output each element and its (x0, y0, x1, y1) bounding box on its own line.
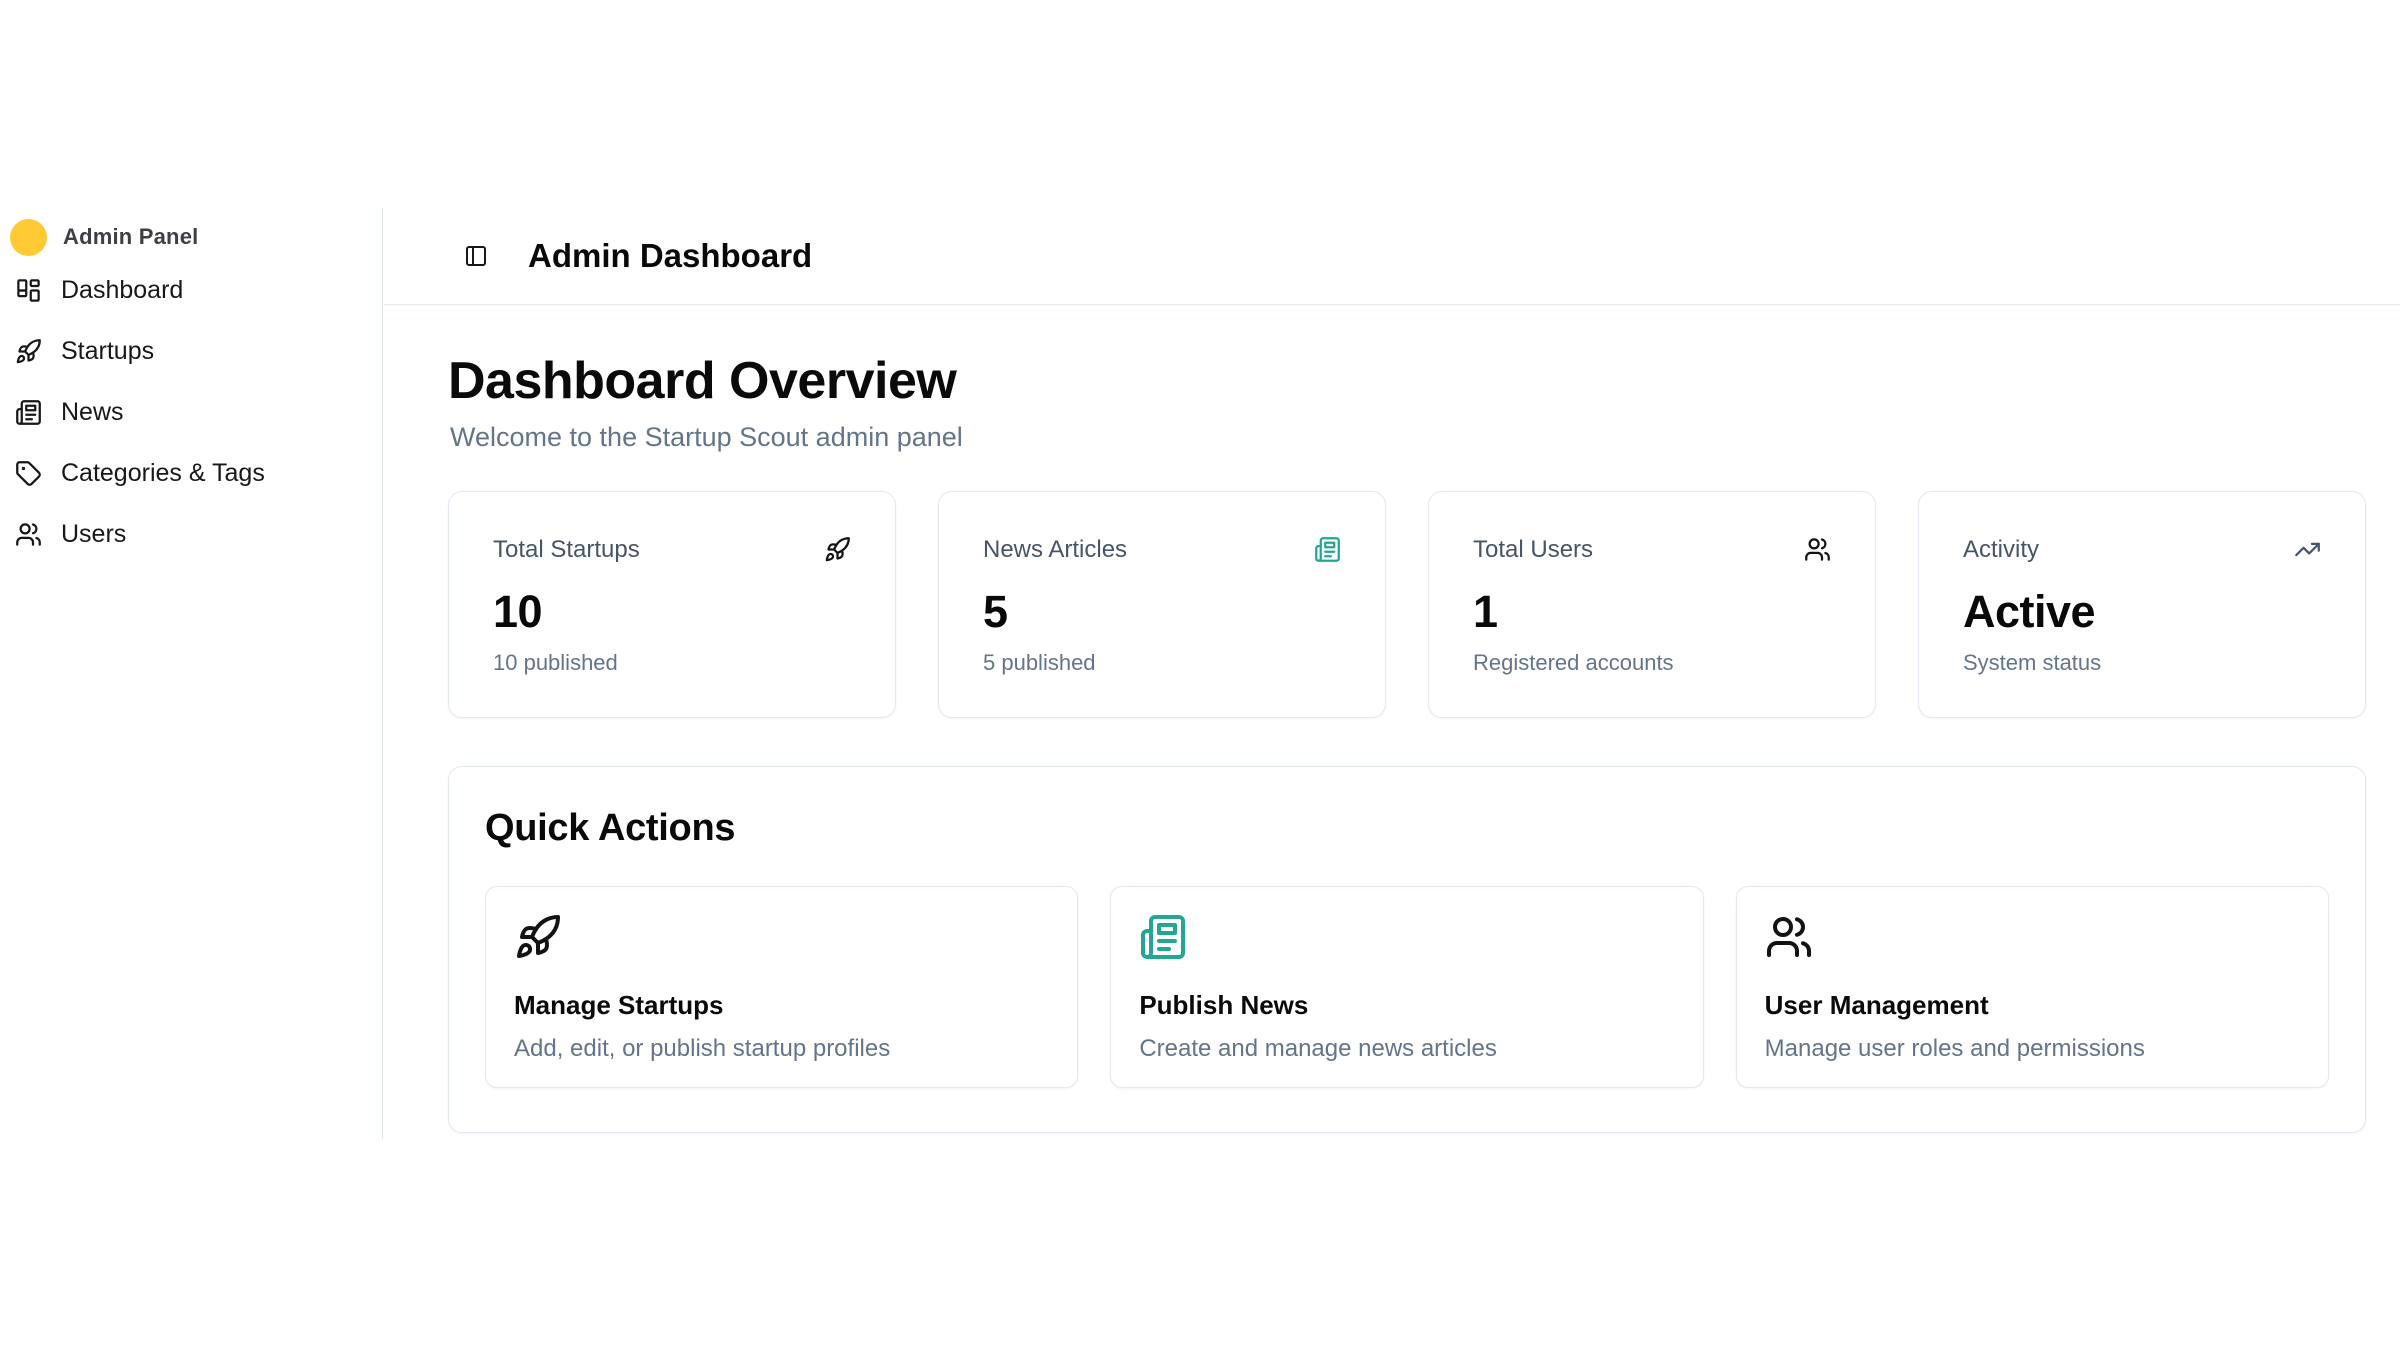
sidebar-item-label: News (61, 398, 124, 427)
stat-label: News Articles (983, 536, 1127, 564)
stat-label: Activity (1963, 536, 2039, 564)
sidebar-toggle-button[interactable] (464, 243, 490, 269)
newspaper-icon (1314, 536, 1341, 563)
stat-value: 10 (493, 586, 851, 638)
quick-action-description: Create and manage news articles (1139, 1035, 1674, 1063)
quick-actions-title: Quick Actions (485, 807, 2329, 850)
panel-left-icon (464, 244, 488, 268)
stat-sub: System status (1963, 650, 2321, 676)
sidebar-item-news[interactable]: News (10, 388, 368, 436)
stat-card-activity: Activity Active System status (1918, 491, 2366, 718)
stat-sub: Registered accounts (1473, 650, 1831, 676)
stat-label: Total Users (1473, 536, 1593, 564)
tag-icon (15, 460, 42, 487)
quick-action-user-management[interactable]: User Management Manage user roles and pe… (1736, 886, 2329, 1088)
stat-sub: 5 published (983, 650, 1341, 676)
quick-action-title: User Management (1765, 990, 2300, 1021)
stat-card-total-startups: Total Startups 10 10 published (448, 491, 896, 718)
brand-label: Admin Panel (63, 224, 198, 250)
users-icon (15, 521, 42, 548)
main-area: Admin Dashboard Dashboard Overview Welco… (384, 208, 2400, 1139)
sidebar-item-label: Startups (61, 337, 154, 366)
page-title: Dashboard Overview (448, 352, 2366, 412)
page-subtitle: Welcome to the Startup Scout admin panel (450, 422, 2366, 453)
stat-value: 1 (1473, 586, 1831, 638)
quick-action-description: Manage user roles and permissions (1765, 1035, 2300, 1063)
quick-action-description: Add, edit, or publish startup profiles (514, 1035, 1049, 1063)
newspaper-icon (15, 399, 42, 426)
sidebar-item-users[interactable]: Users (10, 510, 368, 558)
dashboard-icon (15, 277, 42, 304)
newspaper-icon (1139, 913, 1187, 961)
sidebar-item-label: Categories & Tags (61, 459, 265, 488)
quick-actions-grid: Manage Startups Add, edit, or publish st… (485, 886, 2329, 1088)
stat-label: Total Startups (493, 536, 640, 564)
sidebar-item-startups[interactable]: Startups (10, 327, 368, 375)
quick-actions-panel: Quick Actions Manage Startups Add, edit,… (448, 766, 2366, 1133)
rocket-icon (824, 536, 851, 563)
sidebar-item-label: Users (61, 520, 126, 549)
sidebar-item-categories-tags[interactable]: Categories & Tags (10, 449, 368, 497)
quick-action-title: Manage Startups (514, 990, 1049, 1021)
users-icon (1804, 536, 1831, 563)
sidebar-brand: Admin Panel (10, 213, 368, 261)
header-title: Admin Dashboard (528, 237, 812, 275)
brand-avatar (10, 219, 47, 256)
sidebar-item-label: Dashboard (61, 276, 183, 305)
sidebar-nav: Dashboard Startups News Categories & Tag… (10, 266, 368, 558)
trending-up-icon (2294, 536, 2321, 563)
stat-card-news-articles: News Articles 5 5 published (938, 491, 1386, 718)
page-content: Dashboard Overview Welcome to the Startu… (384, 305, 2366, 1133)
rocket-icon (15, 338, 42, 365)
users-icon (1765, 913, 1813, 961)
stat-value: 5 (983, 586, 1341, 638)
quick-action-manage-startups[interactable]: Manage Startups Add, edit, or publish st… (485, 886, 1078, 1088)
quick-action-title: Publish News (1139, 990, 1674, 1021)
stat-sub: 10 published (493, 650, 851, 676)
rocket-icon (514, 913, 562, 961)
top-header: Admin Dashboard (384, 208, 2400, 305)
admin-app: Admin Panel Dashboard Startups News Cate… (0, 208, 2400, 1139)
quick-action-publish-news[interactable]: Publish News Create and manage news arti… (1110, 886, 1703, 1088)
sidebar: Admin Panel Dashboard Startups News Cate… (0, 208, 383, 1139)
sidebar-item-dashboard[interactable]: Dashboard (10, 266, 368, 314)
stat-card-total-users: Total Users 1 Registered accounts (1428, 491, 1876, 718)
stat-value: Active (1963, 586, 2321, 638)
stats-row: Total Startups 10 10 published News Arti… (448, 491, 2366, 718)
